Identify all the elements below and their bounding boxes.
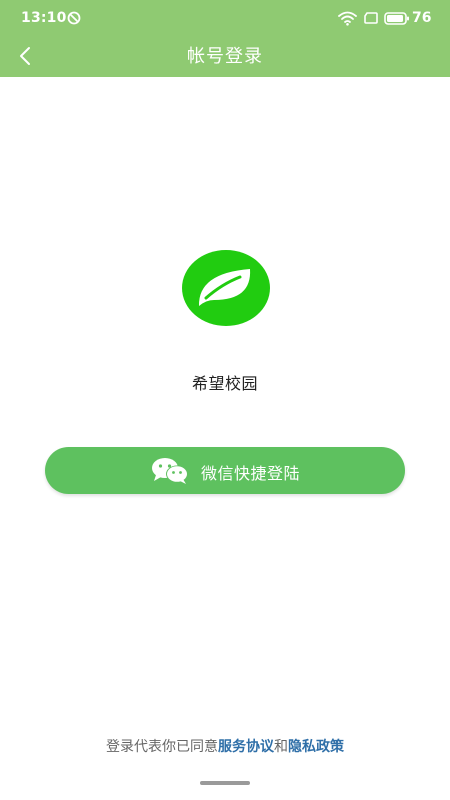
home-indicator[interactable]	[200, 781, 250, 785]
page-title: 帐号登录	[187, 46, 263, 67]
sim-icon	[364, 12, 378, 24]
app-header: 13:10 76 帐号登录	[0, 0, 450, 77]
agreement-prefix: 登录代表你已同意	[106, 739, 218, 755]
wechat-icon	[152, 458, 188, 484]
app-name: 希望校园	[191, 374, 258, 393]
battery-icon	[384, 12, 409, 25]
do-not-disturb-icon	[67, 11, 81, 25]
wechat-login-button[interactable]: 微信快捷登陆	[45, 447, 405, 494]
wifi-icon	[338, 11, 357, 26]
wechat-login-label: 微信快捷登陆	[201, 464, 301, 483]
leaf-icon	[182, 250, 270, 326]
privacy-policy-link[interactable]: 隐私政策	[288, 739, 344, 755]
nav-bar: 帐号登录	[0, 36, 450, 77]
status-bar: 13:10 76	[0, 0, 450, 36]
battery-level: 76	[412, 10, 432, 26]
agreement-notice: 登录代表你已同意服务协议和隐私政策	[0, 736, 450, 756]
agreement-connector: 和	[274, 739, 288, 755]
status-time: 13:10	[21, 10, 67, 26]
terms-of-service-link[interactable]: 服务协议	[218, 739, 274, 755]
